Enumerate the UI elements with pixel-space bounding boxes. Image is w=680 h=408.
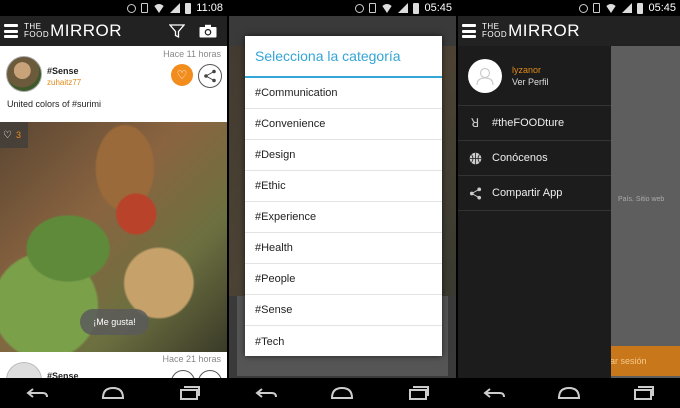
category-item[interactable]: #Sense xyxy=(245,295,442,326)
post-card[interactable]: Hace 21 horas #Sense xyxy=(0,352,227,398)
nav-drawer: lyzanor Ver Perfil ꓤ #theFOODture Conóce… xyxy=(458,46,611,378)
share-icon xyxy=(468,186,482,200)
signal-icon xyxy=(170,3,181,13)
status-bar: 05:45 xyxy=(458,0,680,16)
drawer-screen: 05:45 THE FOOD MIRROR País. Sitio web rra… xyxy=(458,0,680,408)
home-icon[interactable] xyxy=(329,386,355,400)
app-bar: THE FOOD MIRROR xyxy=(458,16,680,46)
category-item[interactable]: #Communication xyxy=(245,78,442,109)
home-icon[interactable] xyxy=(556,386,582,400)
post-time: Hace 11 horas xyxy=(163,49,221,59)
app-bar: THE FOOD MIRROR xyxy=(0,16,227,46)
signal-icon xyxy=(622,3,633,13)
avatar[interactable] xyxy=(468,58,502,93)
post-category: #Sense xyxy=(47,66,79,76)
like-button[interactable]: ♡ xyxy=(171,64,193,86)
share-button[interactable] xyxy=(198,64,222,88)
battery-icon xyxy=(637,2,644,14)
likes-count: 3 xyxy=(15,130,21,140)
status-time: 05:45 xyxy=(424,2,452,14)
post-caption: United colors of #surimi xyxy=(7,99,102,109)
filter-icon[interactable] xyxy=(169,23,185,39)
category-item[interactable]: #Convenience xyxy=(245,109,442,140)
category-item[interactable]: #Design xyxy=(245,140,442,171)
vibrate-icon xyxy=(369,3,377,13)
menu-icon[interactable] xyxy=(4,24,18,38)
recent-apps-icon[interactable] xyxy=(176,386,202,400)
system-nav-bar xyxy=(458,378,680,408)
category-item[interactable]: #Health xyxy=(245,233,442,264)
category-item[interactable]: #People xyxy=(245,264,442,295)
home-icon[interactable] xyxy=(100,386,126,400)
signal-icon xyxy=(398,3,409,13)
fr-logo-icon: ꓤ xyxy=(470,116,480,130)
menu-item-label: Conócenos xyxy=(492,152,548,164)
category-item[interactable]: #Ethic xyxy=(245,171,442,202)
wifi-icon xyxy=(153,3,166,13)
wifi-icon xyxy=(381,3,394,13)
category-dialog: Selecciona la categoría #Communication #… xyxy=(245,36,442,356)
heart-icon: ♡ xyxy=(176,68,188,82)
post-time: Hace 21 horas xyxy=(162,354,221,364)
status-time: 05:45 xyxy=(648,2,676,14)
back-icon[interactable] xyxy=(482,386,508,400)
share-icon xyxy=(204,69,216,83)
category-item[interactable]: #Experience xyxy=(245,202,442,233)
wifi-icon xyxy=(605,3,618,13)
post-username[interactable]: zuhaitz77 xyxy=(47,78,81,87)
recent-apps-icon[interactable] xyxy=(630,386,656,400)
back-icon[interactable] xyxy=(25,386,51,400)
likes-badge: ♡ 3 xyxy=(0,122,28,148)
category-item[interactable]: #Tech xyxy=(245,326,442,357)
like-toast: ¡Me gusta! xyxy=(80,309,149,335)
vibrate-icon xyxy=(593,3,601,13)
status-bar: 05:45 xyxy=(229,0,456,16)
battery-icon xyxy=(185,2,192,14)
menu-item-label: Compartir App xyxy=(492,187,563,199)
profile-header[interactable]: lyzanor Ver Perfil xyxy=(458,46,611,106)
background-text: País. Sitio web xyxy=(618,196,665,203)
feed-screen: 11:08 THE FOOD MIRROR Hace 11 horas #Sens… xyxy=(0,0,227,408)
avatar[interactable] xyxy=(6,56,42,92)
category-screen: 05:45 Selecciona la categoría #Communica… xyxy=(229,0,456,408)
back-icon[interactable] xyxy=(254,386,280,400)
menu-item-thefoodture[interactable]: ꓤ #theFOODture xyxy=(458,106,611,141)
camera-icon[interactable] xyxy=(199,24,217,38)
alarm-icon xyxy=(355,3,365,13)
menu-item-share-app[interactable]: Compartir App xyxy=(458,176,611,211)
alarm-icon xyxy=(127,3,137,13)
menu-item-conocenos[interactable]: Conócenos xyxy=(458,141,611,176)
menu-icon[interactable] xyxy=(462,24,476,38)
battery-icon xyxy=(413,2,420,14)
app-logo: THE FOOD MIRROR xyxy=(24,21,123,40)
vibrate-icon xyxy=(141,3,149,13)
app-logo: THE FOOD MIRROR xyxy=(482,21,581,40)
profile-name: lyzanor xyxy=(512,64,542,75)
status-time: 11:08 xyxy=(196,2,223,14)
system-nav-bar xyxy=(0,378,227,408)
recent-apps-icon[interactable] xyxy=(405,386,431,400)
system-nav-bar xyxy=(229,378,456,408)
user-icon xyxy=(476,67,494,85)
heart-outline-icon: ♡ xyxy=(3,129,12,141)
menu-item-label: #theFOODture xyxy=(492,117,565,129)
post-card[interactable]: Hace 11 horas #Sense zuhaitz77 ♡ United … xyxy=(0,46,227,122)
status-bar: 11:08 xyxy=(0,0,227,16)
view-profile-link[interactable]: Ver Perfil xyxy=(512,77,549,87)
dialog-title: Selecciona la categoría xyxy=(245,36,442,78)
basketball-icon xyxy=(468,151,482,165)
category-list: #Communication #Convenience #Design #Eth… xyxy=(245,78,442,357)
alarm-icon xyxy=(579,3,589,13)
